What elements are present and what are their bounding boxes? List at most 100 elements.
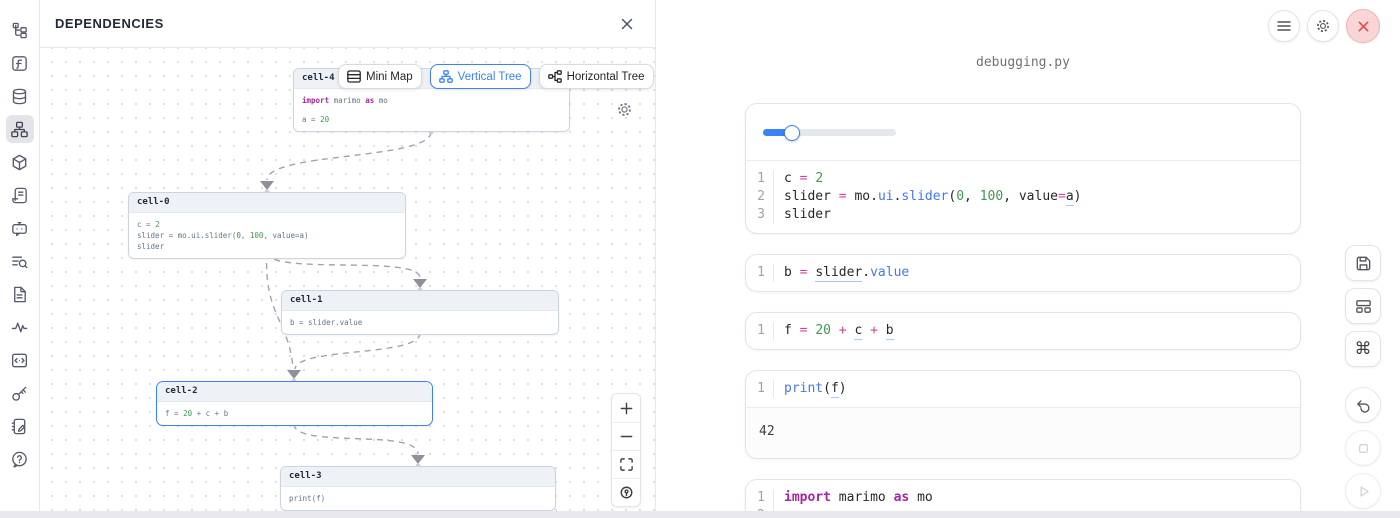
notebook-header-controls (1268, 10, 1380, 43)
sidebar-item-runtime-activity[interactable] (6, 313, 34, 341)
toolbar-mini-map-button[interactable]: Mini Map (338, 64, 422, 89)
dependencies-panel: DEPENDENCIES cell-4import marimo as moa … (40, 0, 656, 518)
hamburger-menu-icon (1277, 20, 1291, 32)
zoom-out-button[interactable] (612, 422, 640, 450)
graph-node-code: print(f) (281, 487, 555, 510)
key-icon (10, 384, 29, 403)
gear-icon (616, 101, 633, 118)
close-icon (1357, 20, 1370, 33)
sidebar-item-logs[interactable] (6, 181, 34, 209)
sidebar-item-scratchpad[interactable] (6, 412, 34, 440)
run-button[interactable] (1345, 473, 1381, 509)
undo-button[interactable] (1345, 387, 1381, 423)
close-icon (620, 17, 634, 31)
graph-node-cell-2[interactable]: cell-2f = 20 + c + b (156, 381, 433, 426)
notebook-cell[interactable]: 1b = slider.value (745, 254, 1301, 292)
activity-rail (0, 0, 40, 518)
toolbar-label: Vertical Tree (458, 71, 522, 83)
graph-node-title: cell-1 (282, 291, 558, 311)
close-panel-button[interactable] (615, 12, 639, 36)
fit-view-button[interactable] (612, 450, 640, 478)
line-number: 1 (746, 322, 774, 340)
graph-node-title: cell-0 (129, 193, 405, 213)
line-number: 1 (746, 264, 774, 282)
chat-bot-icon (10, 219, 29, 238)
sidebar-item-ai-chat[interactable] (6, 214, 34, 242)
database-icon (10, 87, 29, 106)
graph-node-cell-1[interactable]: cell-1b = slider.value (281, 290, 559, 335)
panel-header: DEPENDENCIES (40, 0, 655, 48)
plus-icon (619, 401, 634, 416)
undo-icon (1354, 396, 1373, 415)
functions-icon (10, 54, 29, 73)
layout-button[interactable] (1345, 288, 1381, 324)
sidebar-item-dependency-graph[interactable] (6, 115, 34, 143)
save-button[interactable] (1345, 245, 1381, 281)
graph-toolbar: Mini Map Vertical Tree Horizontal Tree (338, 64, 654, 89)
sidebar-item-secrets[interactable] (6, 379, 34, 407)
code-line: 1print(f) (746, 380, 1300, 398)
stop-button[interactable] (1345, 430, 1381, 466)
cell-output: 42 (746, 407, 1300, 458)
scroll-icon (10, 186, 29, 205)
pulse-icon (10, 318, 29, 337)
graph-settings-button[interactable] (615, 101, 633, 119)
graph-node-code: c = 2slider = mo.ui.slider(0, 100, value… (129, 213, 405, 258)
sidebar-item-help[interactable] (6, 445, 34, 473)
sidebar-item-file-explorer[interactable] (6, 16, 34, 44)
panel-layout-icon (1354, 297, 1373, 316)
minus-icon (619, 429, 634, 444)
sidebar-item-variables[interactable] (6, 49, 34, 77)
code-line: 1import marimo as mo (746, 489, 1300, 507)
stop-icon (1354, 439, 1373, 458)
zoom-in-button[interactable] (612, 394, 640, 422)
sidebar-item-packages[interactable] (6, 148, 34, 176)
toolbar-label: Mini Map (366, 71, 413, 83)
code-line: 3slider (746, 206, 1300, 224)
shutdown-button[interactable] (1346, 9, 1380, 43)
line-content: slider (774, 206, 831, 224)
sidebar-item-outline[interactable] (6, 346, 34, 374)
interactive-mode-icon (619, 485, 634, 500)
cell-editor[interactable]: 1c = 22slider = mo.ui.slider(0, 100, val… (746, 161, 1300, 233)
dependency-graph-canvas[interactable]: cell-4import marimo as moa = 20cell-0c =… (40, 48, 655, 518)
notebook-filename[interactable]: debugging.py (745, 55, 1301, 70)
notebook-menu-button[interactable] (1268, 10, 1300, 42)
notebook-cell[interactable]: 1print(f) 42 (745, 370, 1301, 459)
notebook-pencil-icon (10, 417, 29, 436)
horizontal-scrollbar[interactable] (0, 511, 1400, 518)
notebook-cell[interactable]: 1c = 22slider = mo.ui.slider(0, 100, val… (745, 103, 1301, 234)
file-tree-icon (10, 21, 29, 40)
keyboard-shortcuts-button[interactable]: ⌘ (1345, 331, 1381, 367)
graph-node-code: b = slider.value (282, 311, 558, 334)
notebook-cell[interactable]: 1f = 20 + c + b (745, 312, 1301, 350)
graph-node-cell-0[interactable]: cell-0c = 2slider = mo.ui.slider(0, 100,… (128, 192, 406, 259)
notebook-settings-button[interactable] (1307, 10, 1339, 42)
line-content: slider = mo.ui.slider(0, 100, value=a) (774, 188, 1081, 206)
save-icon (1354, 254, 1373, 273)
slider-track[interactable] (763, 129, 896, 136)
line-content: f = 20 + c + b (774, 322, 894, 340)
app-root: DEPENDENCIES cell-4import marimo as moa … (0, 0, 1400, 518)
sidebar-item-search-logs[interactable] (6, 247, 34, 275)
line-number: 1 (746, 170, 774, 188)
interactive-mode-button[interactable] (612, 478, 640, 506)
cell-editor[interactable]: 1b = slider.value (746, 255, 1300, 291)
cell-editor[interactable]: 1f = 20 + c + b (746, 313, 1300, 349)
play-icon (1354, 482, 1373, 501)
toolbar-horizontal-tree-button[interactable]: Horizontal Tree (539, 64, 654, 89)
dependency-graph-icon (10, 120, 29, 139)
graph-node-cell-3[interactable]: cell-3print(f) (280, 466, 556, 511)
toolbar-vertical-tree-button[interactable]: Vertical Tree (430, 64, 531, 89)
slider-thumb[interactable] (784, 125, 800, 141)
graph-node-code: f = 20 + c + b (157, 402, 432, 425)
vertical-tree-icon (439, 70, 453, 83)
sidebar-item-datasources[interactable] (6, 82, 34, 110)
sidebar-item-snippets[interactable] (6, 280, 34, 308)
code-block-icon (10, 351, 29, 370)
panel-title: DEPENDENCIES (55, 16, 164, 31)
line-content: b = slider.value (774, 264, 909, 282)
line-number: 3 (746, 206, 774, 224)
cell-editor[interactable]: 1print(f) (746, 371, 1300, 407)
code-line: 1c = 2 (746, 170, 1300, 188)
